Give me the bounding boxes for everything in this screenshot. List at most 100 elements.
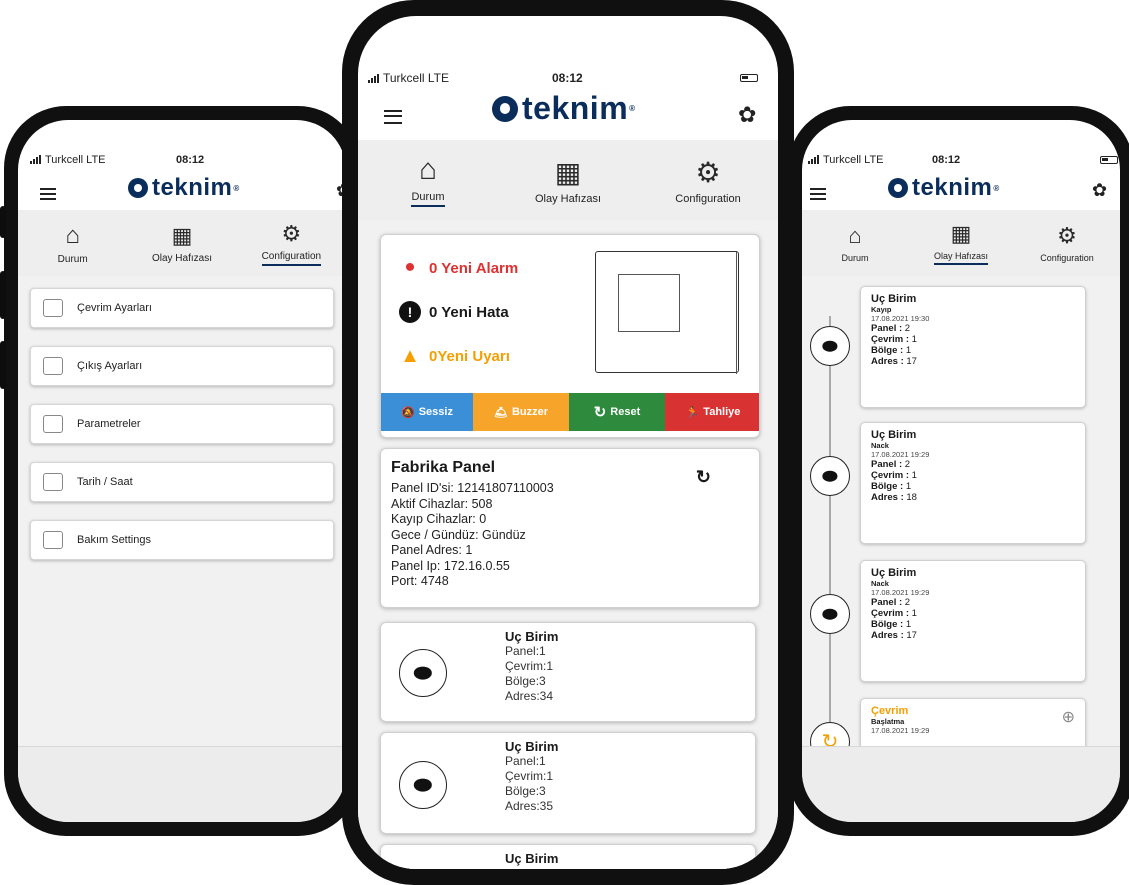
loop-icon — [43, 299, 63, 317]
tab-configuration[interactable]: ⚙ Configuration — [1014, 210, 1120, 276]
siren-icon: ⏺ — [405, 259, 414, 276]
phone-right: Turkcell LTE 08:12 teknim ® ✿ ⌂ Durum ▦ O… — [788, 106, 1129, 836]
hamburger-menu-icon[interactable] — [384, 110, 402, 124]
hamburger-menu-icon[interactable] — [810, 188, 826, 200]
battery-icon — [740, 74, 758, 82]
clock: 08:12 — [552, 71, 583, 85]
menu-item-parametreler[interactable]: Parametreler — [30, 404, 334, 444]
zoom-in-icon[interactable]: ⊕ — [1062, 707, 1075, 727]
alarm-row: ⏺ 0 Yeni Alarm — [399, 257, 518, 279]
output-icon — [43, 357, 63, 375]
settings-gear-icon[interactable]: ✿ — [1092, 180, 1107, 201]
home-icon: ⌂ — [418, 153, 438, 186]
carrier-label: Turkcell LTE — [30, 154, 106, 166]
battery-icon — [1100, 156, 1118, 164]
timeline-card[interactable]: Uç Birim Nack 17.08.2021 19:29 Panel : 2… — [860, 560, 1086, 682]
reset-button[interactable]: ↻ Reset — [569, 393, 665, 431]
refresh-icon: ↻ — [593, 404, 607, 421]
timeline-card[interactable]: Uç Birim Kayıp 17.08.2021 19:30 Panel : … — [860, 286, 1086, 408]
tab-olay-hafizasi[interactable]: ▦ Olay Hafızası — [498, 140, 638, 220]
status-bar: Turkcell LTE 08:12 — [358, 71, 778, 87]
calendar-clock-icon: ▦ — [554, 156, 582, 188]
device-card[interactable]: Uç Birim Panel:1 Çevrim:1 Bölge:3 Adres:… — [380, 622, 756, 722]
tab-bar: ⌂ Durum ▦ Olay Hafızası ⚙ Configuration — [18, 210, 346, 276]
menu-item-bakim-settings[interactable]: Bakım Settings — [30, 520, 334, 560]
tab-olay-hafizasi[interactable]: ▦ Olay Hafızası — [127, 210, 236, 276]
volume-down-button — [0, 341, 6, 389]
control-panel-image — [595, 251, 739, 374]
teknim-logo: teknim ® — [128, 174, 240, 202]
tab-durum[interactable]: ⌂ Durum — [802, 210, 908, 276]
menu-item-cevrim-ayarlari[interactable]: Çevrim Ayarları — [30, 288, 334, 328]
center-screen: Turkcell LTE 08:12 teknim ® ✿ ⌂ Durum ▦ O… — [358, 16, 778, 869]
detector-icon — [399, 649, 447, 697]
panel-address: Panel Adres: 1 — [391, 543, 473, 557]
timeline-line — [829, 316, 831, 746]
carrier-label: Turkcell LTE — [368, 71, 449, 85]
active-devices: Aktif Cihazlar: 508 — [391, 496, 493, 511]
bell-slash-icon: 🔕 — [401, 406, 415, 419]
lost-devices: Kayıp Cihazlar: 0 — [391, 512, 487, 526]
maintenance-icon — [43, 531, 63, 549]
calendar-icon — [43, 473, 63, 491]
gear-arrow-icon: ⚙ — [1057, 223, 1077, 248]
logo-mark-icon — [128, 178, 148, 198]
app-header: teknim ® ✿ — [18, 170, 346, 210]
app-header: teknim ® ✿ — [802, 170, 1120, 210]
panel-display — [618, 274, 680, 332]
phone-left: Turkcell LTE 08:12 teknim ® ✿ ⌂ Durum ▦ O… — [0, 106, 360, 836]
tab-bar: ⌂ Durum ▦ Olay Hafızası ⚙ Configuration — [802, 210, 1120, 276]
panel-port: Port: 4748 — [391, 574, 449, 588]
home-icon: ⌂ — [848, 223, 862, 248]
summary-card: ⏺ 0 Yeni Alarm ! 0 Yeni Hata ▲ 0Yeni Uya… — [380, 234, 760, 438]
carrier-label: Turkcell LTE — [808, 154, 884, 166]
tab-configuration[interactable]: ⚙ Configuration — [638, 140, 778, 220]
teknim-logo: teknim ® — [888, 174, 1000, 202]
logo-mark-icon — [492, 95, 518, 122]
panel-info-card: Fabrika Panel Panel ID'si: 1214180711000… — [380, 448, 760, 608]
right-screen: Turkcell LTE 08:12 teknim ® ✿ ⌂ Durum ▦ O… — [802, 120, 1120, 822]
hamburger-menu-icon[interactable] — [40, 188, 56, 200]
teknim-logo: teknim ® — [492, 90, 636, 127]
clock: 08:12 — [932, 154, 961, 166]
phone-center: Turkcell LTE 08:12 teknim ® ✿ ⌂ Durum ▦ O… — [342, 0, 794, 885]
left-screen: Turkcell LTE 08:12 teknim ® ✿ ⌂ Durum ▦ O… — [18, 120, 346, 822]
menu-item-cikis-ayarlari[interactable]: Çıkış Ayarları — [30, 346, 334, 386]
app-header: teknim ® ✿ — [358, 88, 778, 138]
tab-olay-hafizasi[interactable]: ▦ Olay Hafızası — [908, 210, 1014, 276]
tab-durum[interactable]: ⌂ Durum — [358, 140, 498, 220]
signal-icon — [30, 155, 42, 164]
mute-switch — [0, 206, 6, 238]
gear-arrow-icon: ⚙ — [281, 220, 302, 246]
warning-row: ▲ 0Yeni Uyarı — [400, 344, 510, 367]
device-card[interactable]: Uç Birim Panel:1 Çevrim:1 Bölge:3 Adres:… — [380, 732, 756, 834]
menu-item-tarih-saat[interactable]: Tarih / Saat — [30, 462, 334, 502]
signal-icon — [808, 155, 820, 164]
tab-durum[interactable]: ⌂ Durum — [18, 210, 127, 276]
status-bar: Turkcell LTE 08:12 — [18, 154, 346, 168]
tahliye-button[interactable]: 🏃 Tahliye — [665, 393, 759, 431]
panel-ip: Panel Ip: 172.16.0.55 — [391, 558, 510, 573]
exclamation-icon: ! — [399, 301, 421, 323]
sessiz-button[interactable]: 🔕 Sessiz — [381, 393, 473, 431]
status-content: ⏺ 0 Yeni Alarm ! 0 Yeni Hata ▲ 0Yeni Uya… — [358, 220, 778, 869]
device-card[interactable]: Uç Birim — [380, 844, 756, 869]
day-night-mode: Gece / Gündüz: Gündüz — [391, 527, 526, 542]
buzzer-icon: 🛎 — [493, 406, 508, 419]
logo-mark-icon — [888, 178, 908, 198]
home-icon: ⌂ — [65, 221, 80, 249]
error-row: ! 0 Yeni Hata — [399, 301, 509, 323]
detector-icon — [810, 326, 850, 366]
tab-bar: ⌂ Durum ▦ Olay Hafızası ⚙ Configuration — [358, 140, 778, 220]
refresh-icon[interactable]: ↻ — [696, 467, 711, 488]
warning-triangle-icon: ▲ — [400, 344, 420, 367]
detector-icon — [810, 594, 850, 634]
buzzer-button[interactable]: 🛎 Buzzer — [473, 393, 569, 431]
timeline-card[interactable]: Uç Birim Nack 17.08.2021 19:29 Panel : 2… — [860, 422, 1086, 544]
volume-up-button — [0, 271, 6, 319]
detector-icon — [399, 761, 447, 809]
bottom-bar — [18, 746, 346, 822]
settings-gear-icon[interactable]: ✿ — [738, 102, 756, 128]
parameters-icon — [43, 415, 63, 433]
tab-configuration[interactable]: ⚙ Configuration — [237, 210, 346, 276]
